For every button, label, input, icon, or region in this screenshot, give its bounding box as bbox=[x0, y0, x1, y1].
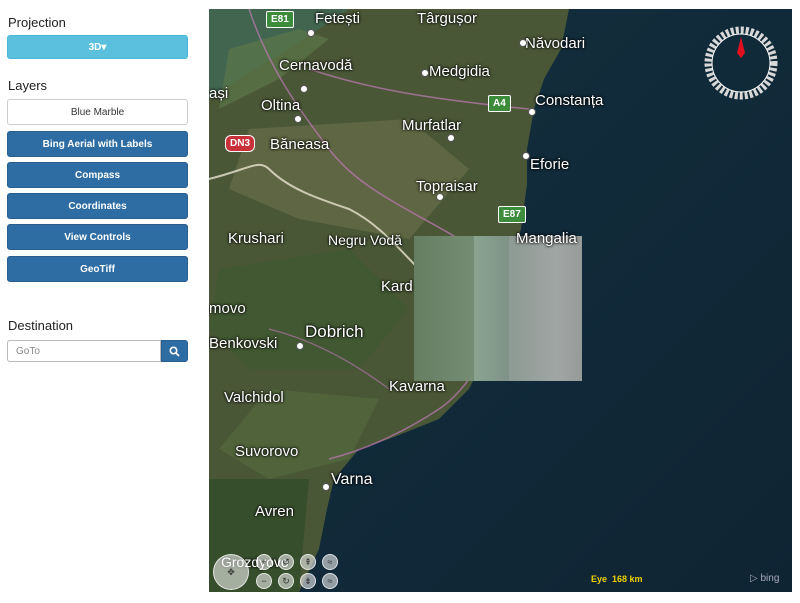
place-label: Mangalia bbox=[516, 230, 577, 247]
place-label: Eforie bbox=[530, 156, 570, 173]
eye-value: 168 km bbox=[612, 574, 643, 584]
eye-altitude-readout: Eye 168 km bbox=[591, 574, 643, 584]
layer-button-bing-aerial[interactable]: Bing Aerial with Labels bbox=[7, 131, 188, 157]
city-marker bbox=[294, 115, 302, 123]
rotate-ccw-button[interactable]: ↺ bbox=[278, 554, 294, 570]
layers-heading: Layers bbox=[8, 78, 48, 93]
place-label: Cernavodă bbox=[279, 57, 353, 74]
tilt-up-button[interactable]: ⇞ bbox=[300, 554, 316, 570]
layer-button-blue-marble[interactable]: Blue Marble bbox=[7, 99, 188, 125]
place-label: Valchidol bbox=[224, 389, 284, 406]
globe-map-canvas[interactable]: Fetești Târgușor Năvodari Cernavodă Medg… bbox=[209, 9, 792, 592]
place-label: Fetești bbox=[315, 10, 361, 27]
geotiff-overlay bbox=[414, 236, 582, 381]
exaggerate-down-button[interactable]: ≈ bbox=[322, 573, 338, 589]
rotate-cw-button[interactable]: ↻ bbox=[278, 573, 294, 589]
city-marker bbox=[519, 39, 527, 47]
place-label: movo bbox=[209, 300, 246, 317]
sidebar: Projection 3D▾ Layers Blue Marble Bing A… bbox=[0, 0, 200, 603]
place-label: Krushari bbox=[228, 230, 284, 247]
attribution-text: bing bbox=[760, 573, 780, 584]
layer-button-geotiff[interactable]: GeoTiff bbox=[7, 256, 188, 282]
compass-icon[interactable] bbox=[703, 25, 779, 101]
tilt-down-button[interactable]: ⇟ bbox=[300, 573, 316, 589]
place-label: Negru Vodă bbox=[328, 232, 402, 248]
place-label: Murfatlar bbox=[402, 117, 462, 134]
projection-heading: Projection bbox=[8, 15, 66, 30]
zoom-in-button[interactable]: + bbox=[256, 554, 272, 570]
exaggerate-up-button[interactable]: ≈ bbox=[322, 554, 338, 570]
place-label: Năvodari bbox=[525, 35, 586, 52]
city-marker bbox=[522, 152, 530, 160]
layer-button-coordinates[interactable]: Coordinates bbox=[7, 193, 188, 219]
city-marker bbox=[300, 85, 308, 93]
place-label: Băneasa bbox=[270, 136, 330, 153]
road-shield: E87 bbox=[498, 206, 526, 223]
search-icon bbox=[169, 345, 180, 357]
eye-label: Eye bbox=[591, 574, 608, 584]
place-label: Benkovski bbox=[209, 335, 278, 352]
layer-button-view-controls[interactable]: View Controls bbox=[7, 224, 188, 250]
layer-button-compass[interactable]: Compass bbox=[7, 162, 188, 188]
city-marker bbox=[296, 342, 304, 350]
place-label: Suvorovo bbox=[235, 443, 299, 460]
destination-heading: Destination bbox=[8, 318, 74, 333]
road-shield: E81 bbox=[266, 11, 294, 28]
pan-control[interactable]: ✥ bbox=[213, 554, 249, 590]
place-label: ași bbox=[209, 85, 229, 102]
place-label: Kard bbox=[381, 278, 413, 295]
bing-icon: ▷ bbox=[750, 573, 758, 584]
place-label: Topraisar bbox=[416, 178, 478, 195]
city-marker bbox=[307, 29, 315, 37]
projection-dropdown-button[interactable]: 3D▾ bbox=[7, 35, 188, 59]
place-label: Varna bbox=[331, 471, 373, 488]
place-label: Medgidia bbox=[429, 63, 490, 80]
city-marker bbox=[447, 134, 455, 142]
bing-logo: ▷ bing bbox=[750, 573, 779, 584]
place-label: Dobrich bbox=[305, 322, 364, 341]
place-label: Oltina bbox=[261, 97, 301, 114]
place-label: Kavarna bbox=[389, 378, 445, 395]
city-marker bbox=[436, 193, 444, 201]
goto-input[interactable] bbox=[7, 340, 161, 362]
place-label: Avren bbox=[255, 503, 294, 520]
search-button[interactable] bbox=[161, 340, 188, 362]
city-marker bbox=[322, 483, 330, 491]
place-label: Constanța bbox=[535, 92, 604, 109]
city-marker bbox=[528, 108, 536, 116]
city-marker bbox=[421, 69, 429, 77]
place-label: Târgușor bbox=[417, 10, 478, 27]
road-shield: DN3 bbox=[225, 135, 256, 152]
road-shield: A4 bbox=[488, 95, 511, 112]
zoom-out-button[interactable]: − bbox=[256, 573, 272, 589]
